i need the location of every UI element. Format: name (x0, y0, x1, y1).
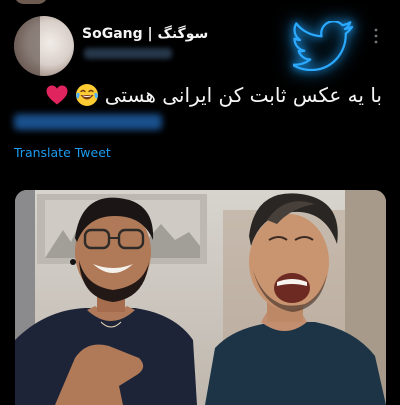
tweet-photo[interactable] (15, 190, 386, 405)
face-with-tears-of-joy-emoji (75, 84, 98, 106)
tweet-text: با یه عکس ثابت کن ایرانی هستی (104, 83, 382, 107)
author-name[interactable]: SoGang | سوگنگ (82, 26, 208, 42)
author-avatar[interactable] (14, 16, 74, 76)
more-vertical-icon[interactable] (373, 26, 379, 46)
previous-tweet-avatar-fragment (14, 0, 48, 4)
hashtags-redacted (14, 114, 162, 130)
photo-illustration (15, 190, 386, 405)
red-heart-emoji (46, 85, 68, 105)
tweet-text-row: با یه عکس ثابت کن ایرانی هستی (45, 80, 382, 110)
translate-tweet-link[interactable]: Translate Tweet (14, 145, 111, 160)
twitter-bird-icon (293, 21, 353, 71)
author-name-row[interactable]: SoGang | سوگنگ (82, 26, 208, 42)
author-handle-redacted (84, 48, 172, 59)
